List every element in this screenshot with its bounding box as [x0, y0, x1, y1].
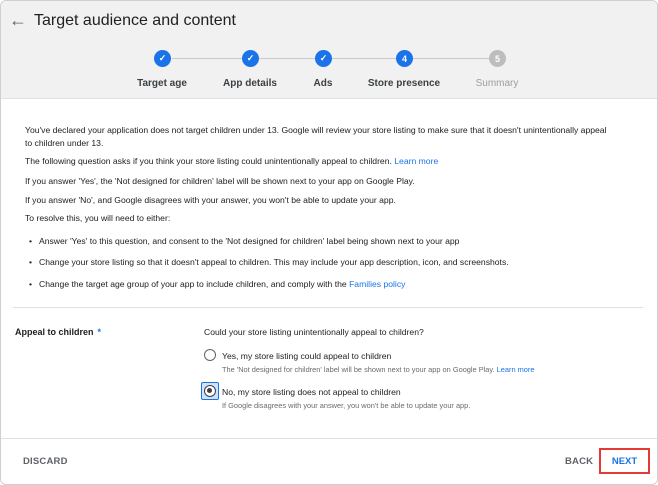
step-connector [259, 58, 315, 59]
bullet-item-3: Change the target age group of your app … [29, 278, 405, 290]
required-asterisk: * [97, 327, 102, 337]
dialog-frame: ← Target audience and content ✓ ✓ ✓ 4 5 … [0, 0, 658, 485]
step-4-number: 4 [396, 50, 413, 67]
bullet-item-2: Change your store listing so that it doe… [29, 256, 509, 268]
step-connector [172, 58, 243, 59]
stepper: ✓ ✓ ✓ 4 5 Target age App details Ads Sto… [1, 47, 657, 97]
question-text: Could your store listing unintentionally… [204, 327, 424, 337]
learn-more-link[interactable]: Learn more [394, 156, 438, 166]
info-paragraph-2-text: The following question asks if you think… [25, 156, 392, 166]
option-yes-description-text: The 'Not designed for children' label wi… [222, 365, 495, 374]
footer-divider [1, 438, 657, 439]
step-3-check-icon: ✓ [315, 50, 332, 67]
step-label-app-details: App details [223, 78, 277, 89]
step-1-check-icon: ✓ [154, 50, 171, 67]
info-paragraph-1-line1: You've declared your application does no… [25, 125, 607, 135]
field-label-appeal-to-children: Appeal to children * [15, 327, 101, 337]
field-label-text: Appeal to children [15, 327, 94, 337]
info-paragraph-5: To resolve this, you will need to either… [25, 213, 171, 223]
info-paragraph-4: If you answer 'No', and Google disagrees… [25, 195, 396, 205]
step-label-summary: Summary [475, 78, 519, 89]
section-divider [13, 307, 643, 308]
info-paragraph-1-line2: to children under 13. [25, 138, 104, 148]
discard-button[interactable]: DISCARD [23, 456, 68, 467]
step-label-target-age: Target age [137, 78, 187, 89]
option-yes-label[interactable]: Yes, my store listing could appeal to ch… [222, 351, 391, 361]
page-title: Target audience and content [34, 12, 236, 29]
step-2-check-icon: ✓ [242, 50, 259, 67]
back-button[interactable]: BACK [565, 456, 593, 467]
step-label-store-presence: Store presence [367, 78, 441, 89]
families-policy-link[interactable]: Families policy [349, 279, 405, 289]
radio-yes[interactable] [204, 349, 216, 361]
step-connector [412, 58, 490, 59]
option-no-description: If Google disagrees with your answer, yo… [222, 401, 471, 410]
radio-no[interactable] [204, 385, 216, 397]
option-yes-learn-more-link[interactable]: Learn more [497, 365, 535, 374]
info-paragraph-2: The following question asks if you think… [25, 155, 625, 168]
arrow-left-icon[interactable]: ← [9, 10, 27, 30]
step-label-ads: Ads [313, 78, 333, 89]
info-paragraph-1: You've declared your application does no… [25, 124, 625, 150]
bullet-item-1: Answer 'Yes' to this question, and conse… [29, 235, 459, 247]
option-yes-description: The 'Not designed for children' label wi… [222, 365, 534, 374]
info-paragraph-3: If you answer 'Yes', the 'Not designed f… [25, 176, 415, 186]
option-no-label[interactable]: No, my store listing does not appeal to … [222, 387, 401, 397]
next-button[interactable]: NEXT [599, 448, 650, 474]
bullet-item-3-text: Change the target age group of your app … [39, 279, 347, 289]
header: ← Target audience and content ✓ ✓ ✓ 4 5 … [1, 1, 657, 99]
step-connector [331, 58, 396, 59]
step-5-number: 5 [489, 50, 506, 67]
